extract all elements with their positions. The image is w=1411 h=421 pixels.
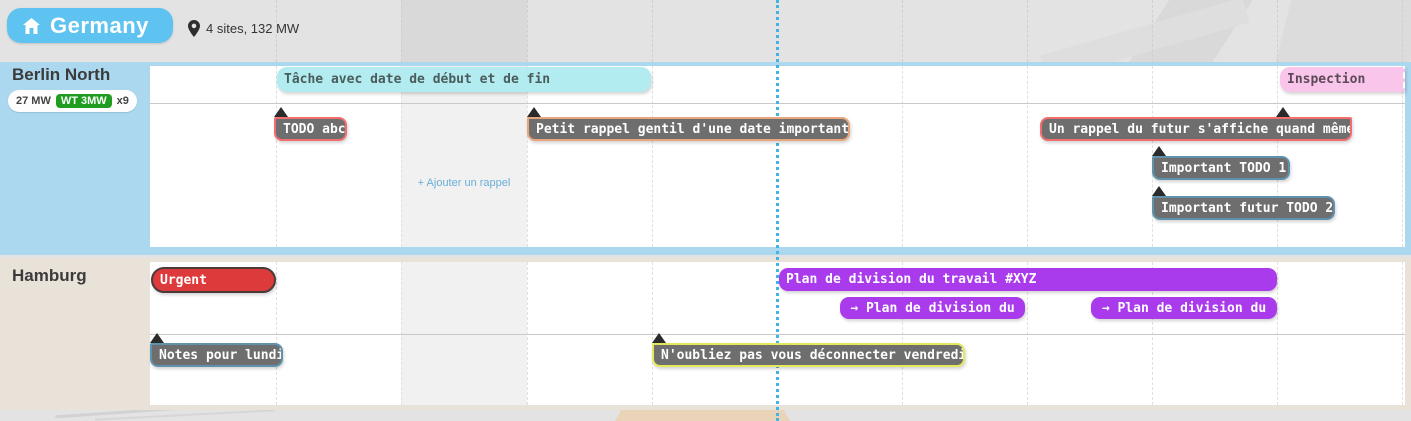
day-gridline	[652, 66, 653, 247]
day-gridline	[527, 0, 528, 62]
day-gridline	[1152, 0, 1153, 62]
location-pin-icon	[188, 20, 200, 37]
day-gridline	[1277, 0, 1278, 62]
site-capacity: 27 MW	[16, 95, 51, 107]
task-bar[interactable]: Urgent	[151, 267, 276, 293]
site-group-title: Germany	[50, 13, 149, 39]
day-gridline	[401, 0, 402, 62]
day-gridline	[902, 0, 903, 62]
site-capacity-pill: 27 MW WT 3MW x9	[8, 90, 137, 112]
task-bar[interactable]: Plan de division du travail #XYZ	[779, 268, 1277, 291]
day-gridline	[401, 66, 402, 247]
day-gridline	[652, 0, 653, 62]
highlighted-day-column	[401, 0, 527, 62]
site-name[interactable]: Hamburg	[12, 266, 87, 286]
turbine-count: x9	[117, 95, 129, 107]
highlighted-day-column	[401, 66, 527, 247]
day-gridline	[1027, 66, 1028, 247]
scheduler-page: Germany 4 sites, 132 MW Berlin North 27 …	[0, 0, 1411, 421]
task-continuation-pill[interactable]: → Plan de division du	[1091, 297, 1277, 319]
reminder-bar[interactable]: Un rappel du futur s'affiche quand même	[1040, 117, 1352, 141]
day-gridline	[1402, 0, 1403, 62]
add-reminder-link[interactable]: + Ajouter un rappel	[401, 177, 527, 189]
day-gridline	[527, 66, 528, 247]
reminder-bar[interactable]: N'oubliez pas vous déconnecter vendredi!	[652, 343, 965, 367]
sites-capacity-summary: 4 sites, 132 MW	[206, 21, 299, 36]
day-gridline	[276, 66, 277, 247]
home-icon	[23, 18, 40, 34]
task-continuation-pill[interactable]: → Plan de division du	[840, 297, 1025, 319]
task-bar[interactable]: Inspection	[1280, 67, 1405, 92]
turbine-type-badge: WT 3MW	[56, 94, 112, 108]
site-name[interactable]: Berlin North	[12, 65, 110, 85]
day-gridline	[902, 66, 903, 247]
reminder-bar[interactable]: Important TODO 1	[1152, 156, 1290, 180]
home-breadcrumb-button[interactable]: Germany	[7, 8, 173, 43]
page-header: Germany 4 sites, 132 MW	[0, 0, 1411, 62]
reminder-bar[interactable]: Petit rappel gentil d'une date important…	[527, 117, 850, 141]
reminder-bar[interactable]: TODO abc	[274, 117, 347, 141]
reminder-bar[interactable]: Notes pour lundi	[150, 343, 283, 367]
day-gridline	[1402, 66, 1403, 247]
day-gridline	[1027, 0, 1028, 62]
reminder-bar[interactable]: Important futur TODO 2	[1152, 196, 1335, 220]
task-bar[interactable]: Tâche avec date de début et de fin	[277, 67, 651, 92]
location-summary: 4 sites, 132 MW	[188, 20, 299, 37]
